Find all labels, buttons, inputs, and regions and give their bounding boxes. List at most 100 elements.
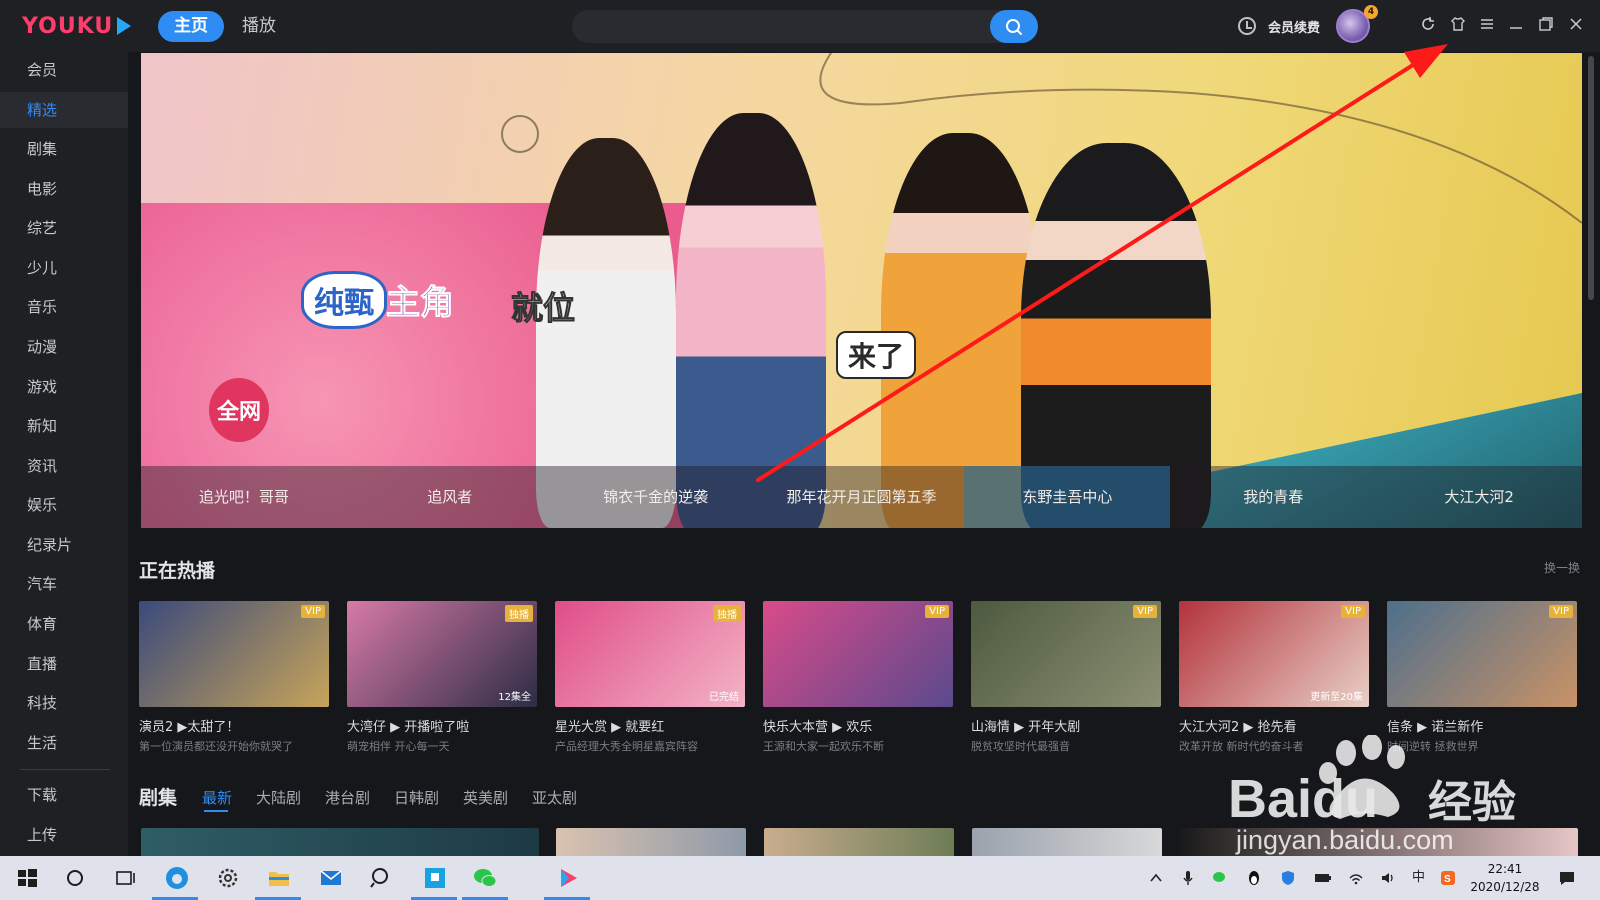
search-input[interactable] — [588, 10, 968, 43]
youku-taskbar-icon[interactable] — [555, 865, 581, 891]
drama-tab-jpkr[interactable]: 日韩剧 — [394, 787, 439, 808]
drama-section-title: 剧集 — [139, 787, 178, 809]
security-shield-icon[interactable] — [1280, 870, 1296, 886]
video-title[interactable]: 大江大河2 ▶ 抢先看 — [1179, 716, 1369, 735]
drama-thumbnail[interactable] — [972, 828, 1162, 856]
banner-tab-5[interactable]: 东野圭吾中心 — [964, 466, 1171, 528]
sidebar-item-auto[interactable]: 汽车 — [0, 566, 128, 602]
hero-banner[interactable]: 纯甄 主角 就位 来了 全网 追光吧！哥哥 追风者 锦衣千金的逆袭 那年花开月正… — [141, 53, 1582, 528]
history-icon[interactable] — [1238, 17, 1256, 35]
youku-logo[interactable]: YOUKU — [22, 12, 132, 40]
minimize-icon[interactable] — [1506, 16, 1526, 36]
vertical-scrollbar[interactable] — [1588, 56, 1594, 300]
tablet-app-icon[interactable] — [422, 865, 448, 891]
sidebar-item-documentary[interactable]: 纪录片 — [0, 527, 128, 563]
video-thumbnail[interactable]: 独播 12集全 — [347, 601, 537, 707]
video-card[interactable]: VIP 更新至20集 大江大河2 ▶ 抢先看 改革开放 新时代的奋斗者 — [1179, 601, 1369, 756]
maximize-icon[interactable] — [1536, 16, 1556, 36]
sogou-input-icon[interactable]: S — [1440, 870, 1456, 886]
video-thumbnail[interactable]: VIP — [139, 601, 329, 707]
video-card[interactable]: VIP 快乐大本营 ▶ 欢乐 王源和大家一起欢乐不断 — [763, 601, 953, 756]
drama-thumbnail[interactable] — [764, 828, 954, 856]
banner-tab-1[interactable]: 追光吧！哥哥 — [141, 466, 347, 528]
tab-play[interactable]: 播放 — [226, 11, 292, 42]
settings-gear-icon[interactable] — [215, 865, 241, 891]
sidebar-item-sports[interactable]: 体育 — [0, 606, 128, 642]
battery-icon[interactable] — [1314, 870, 1331, 886]
sidebar-item-variety[interactable]: 综艺 — [0, 210, 128, 246]
video-thumbnail[interactable]: VIP 更新至20集 — [1179, 601, 1369, 707]
sidebar-item-upload[interactable]: 上传 — [0, 817, 128, 853]
video-subtitle: 萌宠相伴 开心每一天 — [347, 740, 450, 753]
sidebar-item-movies[interactable]: 电影 — [0, 171, 128, 207]
volume-icon[interactable] — [1380, 870, 1396, 886]
edge-browser-icon[interactable] — [164, 865, 190, 891]
sidebar-item-anime[interactable]: 动漫 — [0, 329, 128, 365]
wechat-icon[interactable] — [472, 865, 498, 891]
video-card[interactable]: VIP 山海情 ▶ 开年大剧 脱贫攻坚时代最强音 — [971, 601, 1161, 756]
sidebar-item-music[interactable]: 音乐 — [0, 289, 128, 325]
search-tool-icon[interactable] — [368, 865, 394, 891]
drama-tab-latest[interactable]: 最新 — [202, 787, 232, 808]
video-thumbnail[interactable]: VIP — [763, 601, 953, 707]
video-title[interactable]: 星光大赏 ▶ 就要红 — [555, 716, 745, 735]
mail-icon[interactable] — [318, 865, 344, 891]
refresh-icon[interactable] — [1418, 16, 1438, 36]
close-icon[interactable] — [1566, 16, 1586, 36]
drama-thumbnail[interactable] — [141, 828, 539, 856]
skin-icon[interactable] — [1448, 16, 1468, 36]
banner-tab-6[interactable]: 我的青春 — [1170, 466, 1376, 528]
sidebar-item-download[interactable]: 下载 — [0, 777, 128, 813]
cortana-search-icon[interactable] — [62, 865, 88, 891]
video-title[interactable]: 大湾仔 ▶ 开播啦了啦 — [347, 716, 537, 735]
file-explorer-icon[interactable] — [266, 865, 292, 891]
sidebar-item-kids[interactable]: 少儿 — [0, 250, 128, 286]
banner-tab-3[interactable]: 锦衣千金的逆袭 — [553, 466, 759, 528]
video-thumbnail[interactable]: 独播 已完结 — [555, 601, 745, 707]
taskbar-clock[interactable]: 22:41 2020/12/28 — [1470, 860, 1540, 896]
video-thumbnail[interactable]: VIP — [971, 601, 1161, 707]
video-card[interactable]: 独播 12集全 大湾仔 ▶ 开播啦了啦 萌宠相伴 开心每一天 — [347, 601, 537, 756]
tray-wechat-icon[interactable] — [1212, 870, 1228, 886]
drama-thumbnail[interactable] — [556, 828, 746, 856]
banner-tab-4[interactable]: 那年花开月正圆第五季 — [759, 466, 965, 528]
sidebar-item-series[interactable]: 剧集 — [0, 131, 128, 167]
tray-chevron-up-icon[interactable] — [1148, 870, 1164, 886]
video-title[interactable]: 山海情 ▶ 开年大剧 — [971, 716, 1161, 735]
sidebar-item-games[interactable]: 游戏 — [0, 369, 128, 405]
video-card[interactable]: 独播 已完结 星光大赏 ▶ 就要红 产品经理大秀全明星嘉宾阵容 — [555, 601, 745, 756]
video-title[interactable]: 演员2 ▶太甜了！ — [139, 716, 329, 735]
sidebar-item-live[interactable]: 直播 — [0, 646, 128, 682]
refresh-link[interactable]: 换一换 — [1544, 559, 1580, 576]
microphone-icon[interactable] — [1180, 870, 1196, 886]
wifi-icon[interactable] — [1348, 870, 1364, 886]
video-title[interactable]: 快乐大本营 ▶ 欢乐 — [763, 716, 953, 735]
search-button[interactable] — [990, 10, 1038, 43]
sidebar-item-tech[interactable]: 科技 — [0, 685, 128, 721]
qq-penguin-icon[interactable] — [1246, 870, 1262, 886]
sidebar-item-featured[interactable]: 精选 — [0, 92, 128, 128]
task-view-icon[interactable] — [112, 865, 138, 891]
video-title[interactable]: 信条 ▶ 诺兰新作 — [1387, 716, 1577, 735]
drama-tab-usuk[interactable]: 英美剧 — [463, 787, 508, 808]
video-thumbnail[interactable]: VIP — [1387, 601, 1577, 707]
sidebar-item-vip[interactable]: 会员 — [0, 52, 128, 88]
notification-icon[interactable] — [1558, 870, 1574, 886]
drama-tab-mainland[interactable]: 大陆剧 — [256, 787, 301, 808]
drama-tab-asiapac[interactable]: 亚太剧 — [532, 787, 577, 808]
sidebar-item-entertainment[interactable]: 娱乐 — [0, 487, 128, 523]
menu-icon[interactable] — [1477, 16, 1497, 36]
video-card[interactable]: VIP 演员2 ▶太甜了！ 第一位演员都还没开始你就哭了 — [139, 601, 329, 756]
sidebar-item-life[interactable]: 生活 — [0, 725, 128, 761]
vip-renew-link[interactable]: 会员续费 — [1268, 17, 1320, 36]
sidebar-item-news[interactable]: 资讯 — [0, 448, 128, 484]
video-card[interactable]: VIP 信条 ▶ 诺兰新作 时间逆转 拯救世界 — [1387, 601, 1577, 756]
banner-tab-2[interactable]: 追风者 — [347, 466, 553, 528]
windows-start-icon[interactable] — [14, 865, 40, 891]
baidu-watermark: Baidu 经验 jingyan.baidu.com — [1228, 735, 1516, 855]
sidebar-item-knowledge[interactable]: 新知 — [0, 408, 128, 444]
tab-home[interactable]: 主页 — [158, 11, 224, 42]
drama-tab-hktw[interactable]: 港台剧 — [325, 787, 370, 808]
ime-indicator[interactable]: 中 — [1412, 870, 1428, 886]
banner-tab-7[interactable]: 大江大河2 — [1376, 466, 1582, 528]
